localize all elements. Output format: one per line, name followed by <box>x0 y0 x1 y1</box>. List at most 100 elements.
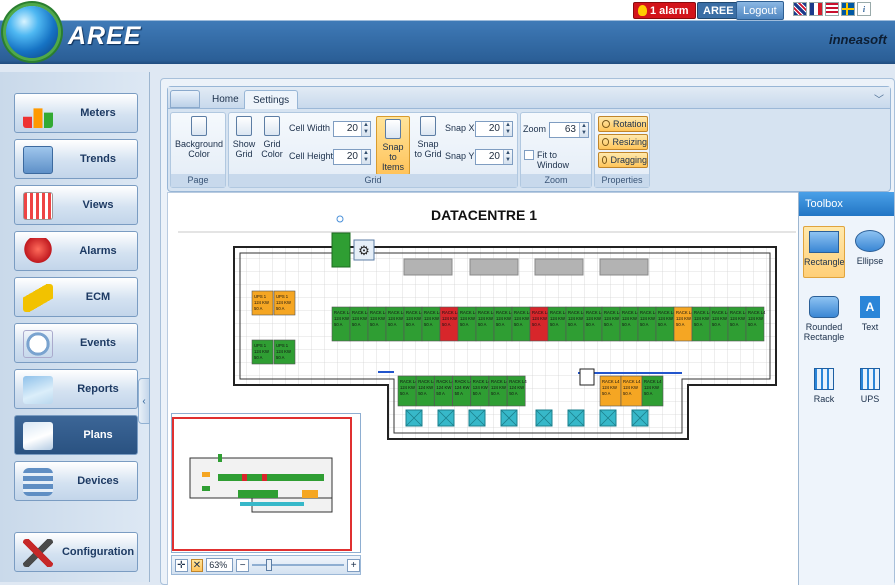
cooling-unit[interactable] <box>405 409 423 427</box>
cell-width-stepper[interactable]: 20 ▲ ▼ <box>333 121 371 137</box>
cooling-unit[interactable] <box>631 409 649 427</box>
zoom-slider-thumb[interactable] <box>265 559 272 571</box>
tab-settings[interactable]: Settings <box>244 90 299 109</box>
ups-unit[interactable]: UPS 1124 KW50 A <box>273 290 296 316</box>
ups-unit[interactable]: UPS 1124 KW50 A <box>251 339 274 365</box>
cell-height-stepper[interactable]: 20 ▲ ▼ <box>333 149 371 165</box>
tool-rectangle[interactable]: Rectangle <box>803 226 845 278</box>
rack-unit[interactable]: RACK L4124 KW50 A <box>583 306 604 342</box>
snap-to-grid-button[interactable]: Snap to Grid <box>414 116 442 159</box>
snap-x-stepper[interactable]: 20 ▲ ▼ <box>475 121 513 137</box>
rack-unit[interactable]: RACK L4124 KW50 A <box>439 306 460 342</box>
rack-unit[interactable]: RACK L4124 KW50 A <box>403 306 424 342</box>
rack-unit[interactable]: RACK L4124 KW50 A <box>619 306 640 342</box>
stepper-arrows-icon[interactable]: ▲ ▼ <box>361 150 370 164</box>
pan-move-icon[interactable]: ✛ <box>175 558 188 572</box>
rack-unit[interactable]: RACK L4124 KW50 A <box>709 306 730 342</box>
uk-flag-icon[interactable] <box>793 2 807 16</box>
ups-unit[interactable]: UPS 1124 KW50 A <box>251 290 274 316</box>
rack-unit[interactable]: RACK L4124 KW50 A <box>470 375 491 407</box>
rack-unit[interactable]: RACK L4124 KW50 A <box>434 375 455 407</box>
rack-unit[interactable]: RACK L4124 KW50 A <box>673 306 694 342</box>
tab-home[interactable]: Home <box>204 90 247 109</box>
rotation-toggle[interactable]: Rotation <box>598 116 648 132</box>
rack-unit[interactable]: RACK L4124 KW50 A <box>529 306 550 342</box>
rack-unit[interactable]: RACK L4124 KW50 A <box>511 306 532 342</box>
rack-unit[interactable]: RACK L4124 KW50 A <box>421 306 442 342</box>
rack-unit[interactable]: RACK L4124 KW50 A <box>488 375 509 407</box>
resizing-toggle[interactable]: Resizing <box>598 134 648 150</box>
minimap[interactable] <box>171 413 361 553</box>
tool-ellipse[interactable]: Ellipse <box>849 226 891 278</box>
zoom-out-icon[interactable]: − <box>236 558 249 572</box>
cooling-unit[interactable] <box>535 409 553 427</box>
rack-unit[interactable]: RACK L4124 KW50 A <box>637 306 658 342</box>
rack-unit[interactable]: RACK L4124 KW50 A <box>641 375 664 407</box>
france-flag-icon[interactable] <box>809 2 823 16</box>
rack-unit[interactable]: RACK L4124 KW50 A <box>599 375 622 407</box>
zoom-in-icon[interactable]: + <box>347 558 360 572</box>
zoom-slider[interactable] <box>251 559 345 571</box>
cooling-unit[interactable] <box>567 409 585 427</box>
fit-to-window-icon[interactable] <box>524 150 534 160</box>
cooling-unit[interactable] <box>599 409 617 427</box>
sidebar-item-meters[interactable]: Meters <box>14 93 138 133</box>
grid-color-button[interactable]: Grid Color <box>259 116 285 159</box>
app-menu-tab[interactable] <box>170 90 200 108</box>
rack-unit[interactable]: RACK L4124 KW50 A <box>331 306 352 342</box>
stepper-arrows-icon[interactable]: ▲ ▼ <box>579 123 588 137</box>
tool-text[interactable]: A Text <box>849 292 891 344</box>
rack-unit[interactable]: RACK L4124 KW50 A <box>547 306 568 342</box>
zoom-stepper[interactable]: 63 ▲ ▼ <box>549 122 589 138</box>
sidebar-item-reports[interactable]: Reports <box>14 369 138 409</box>
rack-unit[interactable]: RACK L4124 KW50 A <box>367 306 388 342</box>
sidebar-item-ecm[interactable]: ECM <box>14 277 138 317</box>
plan-canvas[interactable]: ⚙ UPS 1 124 KW 50 A UPS 1 124 KW 50 A UPS 1 124… <box>167 192 799 585</box>
cooling-unit[interactable] <box>437 409 455 427</box>
stepper-arrows-icon[interactable]: ▲ ▼ <box>503 150 512 164</box>
alarm-badge[interactable]: 1 alarm <box>633 2 696 19</box>
minimap-zoom-value[interactable]: 63% <box>206 558 234 572</box>
rack-unit[interactable]: RACK L4124 KW50 A <box>620 375 643 407</box>
dragging-toggle[interactable]: Dragging <box>598 152 648 168</box>
sidebar-item-alarms[interactable]: Alarms <box>14 231 138 271</box>
rack-unit[interactable]: RACK L4124 KW50 A <box>493 306 514 342</box>
info-icon[interactable]: i <box>857 2 871 16</box>
rack-unit[interactable]: RACK L4124 KW50 A <box>452 375 473 407</box>
sidebar-item-events[interactable]: Events <box>14 323 138 363</box>
rack-unit[interactable]: RACK L4124 KW50 A <box>457 306 478 342</box>
sidebar-item-devices[interactable]: Devices <box>14 461 138 501</box>
rack-unit[interactable]: RACK L4124 KW50 A <box>655 306 676 342</box>
rack-unit[interactable]: RACK L4124 KW50 A <box>691 306 712 342</box>
rack-unit[interactable]: RACK L4124 KW50 A <box>727 306 748 342</box>
rack-unit[interactable]: RACK L4124 KW50 A <box>601 306 622 342</box>
show-grid-button[interactable]: Show Grid <box>232 116 256 159</box>
rack-unit[interactable]: RACK L4124 KW50 A <box>745 306 766 342</box>
sidebar-item-configuration[interactable]: Configuration <box>14 532 138 572</box>
rack-unit[interactable]: RACK L4124 KW50 A <box>565 306 586 342</box>
ups-unit[interactable]: UPS 1124 KW50 A <box>273 339 296 365</box>
user-badge[interactable]: AREE <box>697 2 740 19</box>
sidebar-collapse-toggle[interactable]: ‹ <box>138 378 150 424</box>
rack-unit[interactable]: RACK L4124 KW50 A <box>506 375 527 407</box>
sidebar-item-views[interactable]: Views <box>14 185 138 225</box>
tool-ups[interactable]: UPS <box>849 364 891 412</box>
tool-rounded-rectangle[interactable]: Rounded Rectangle <box>803 292 845 352</box>
rack-unit[interactable]: RACK L4124 KW50 A <box>397 375 418 407</box>
rack-unit[interactable]: RACK L4124 KW50 A <box>415 375 436 407</box>
ribbon-collapse-chevron-icon[interactable]: ﹀ <box>874 91 884 106</box>
sidebar-item-trends[interactable]: Trends <box>14 139 138 179</box>
logout-button[interactable]: Logout <box>736 1 784 20</box>
stepper-arrows-icon[interactable]: ▲ ▼ <box>361 122 370 136</box>
cooling-unit[interactable] <box>500 409 518 427</box>
stepper-arrows-icon[interactable]: ▲ ▼ <box>503 122 512 136</box>
us-flag-icon[interactable] <box>825 2 839 16</box>
sweden-flag-icon[interactable] <box>841 2 855 16</box>
cooling-unit[interactable] <box>468 409 486 427</box>
background-color-button[interactable]: Background Color <box>174 116 224 159</box>
rack-unit[interactable]: RACK L4124 KW50 A <box>385 306 406 342</box>
tool-rack[interactable]: Rack <box>803 364 845 412</box>
rack-unit[interactable]: RACK L4124 KW50 A <box>475 306 496 342</box>
rack-unit[interactable]: RACK L4124 KW50 A <box>349 306 370 342</box>
sidebar-item-plans[interactable]: Plans <box>14 415 138 455</box>
